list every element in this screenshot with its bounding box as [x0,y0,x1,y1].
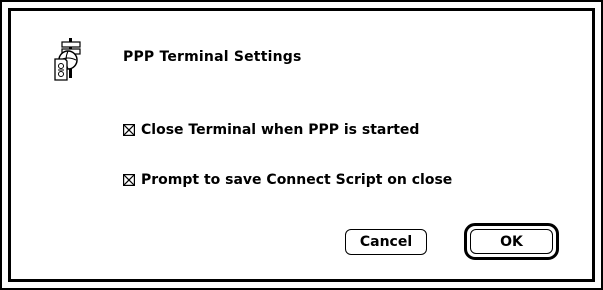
close-terminal-checkbox[interactable]: Close Terminal when PPP is started [123,122,419,138]
dialog-title: PPP Terminal Settings [123,49,302,65]
settings-dialog: PPP Terminal Settings Close Terminal whe… [0,0,603,290]
cancel-button[interactable]: Cancel [345,229,427,255]
prompt-save-script-checkbox[interactable]: Prompt to save Connect Script on close [123,172,452,188]
close-terminal-label: Close Terminal when PPP is started [141,122,420,138]
ok-button[interactable]: OK [470,229,553,254]
checkbox-checked-icon [123,174,135,186]
checkbox-checked-icon [123,124,135,136]
ppp-terminal-icon [54,38,81,81]
prompt-save-script-label: Prompt to save Connect Script on close [141,172,453,188]
